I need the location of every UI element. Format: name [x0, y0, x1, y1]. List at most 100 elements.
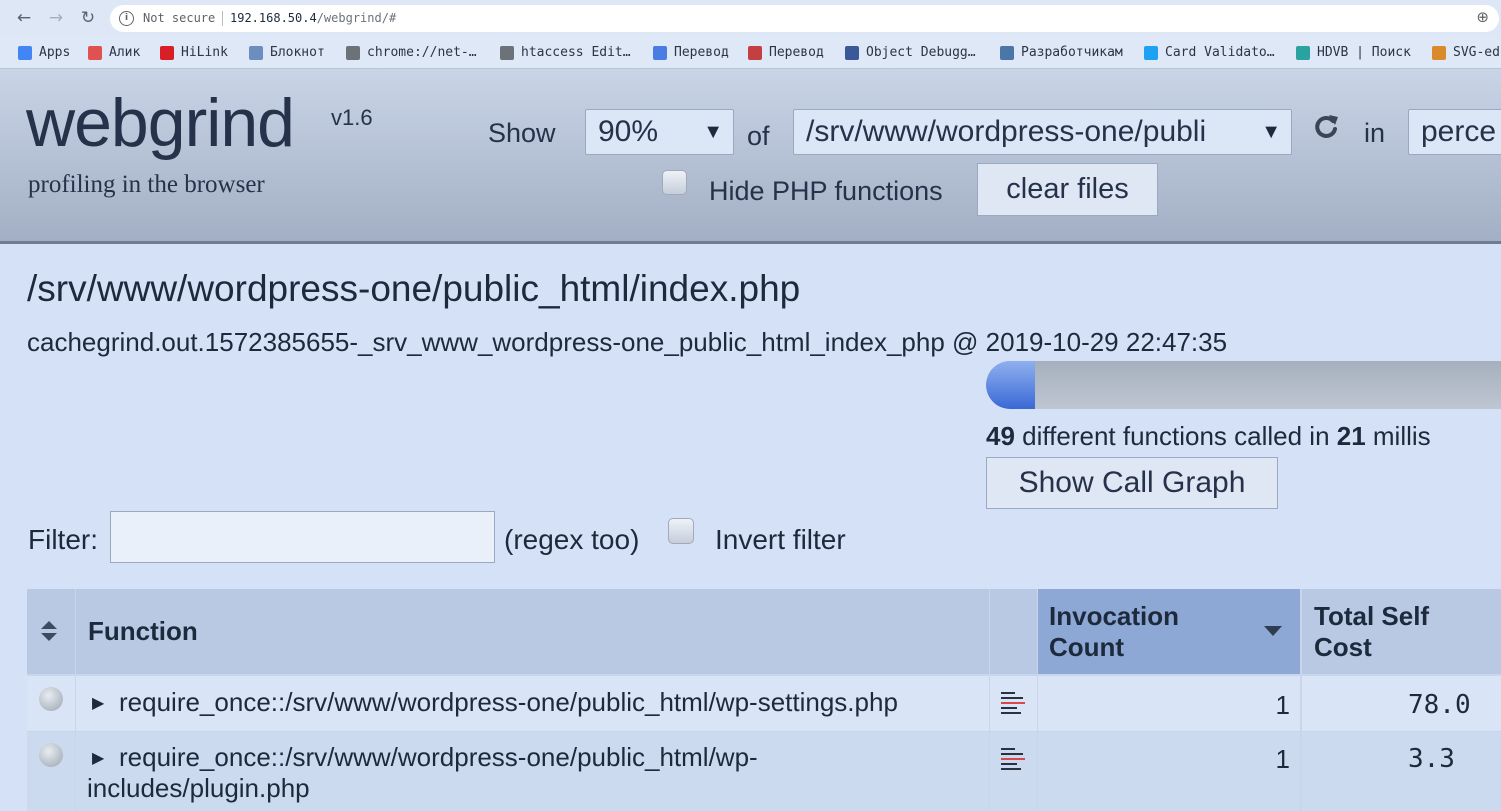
- table-row-callers-cell[interactable]: [990, 732, 1037, 811]
- bookmark-label: chrome://net-…: [367, 45, 477, 60]
- clear-files-button[interactable]: clear files: [977, 163, 1158, 216]
- table-row-function-cell[interactable]: ▶ require_once::/srv/www/wordpress-one/p…: [76, 676, 989, 731]
- table-row-selfcost-cell: 3.3: [1302, 732, 1501, 811]
- globe-icon: [500, 45, 514, 60]
- bookmark-item[interactable]: Разработчикам: [1000, 37, 1123, 68]
- forward-arrow-icon[interactable]: →: [44, 6, 68, 30]
- summary-tail: millis: [1365, 421, 1431, 451]
- url-host: 192.168.50.4: [230, 11, 317, 25]
- bookmark-label: Apps: [39, 45, 71, 60]
- table-row-function-cell[interactable]: ▶ require_once::/srv/www/wordpress-one/p…: [76, 732, 989, 811]
- filter-input[interactable]: [110, 511, 495, 563]
- vk-icon: [1000, 45, 1014, 60]
- huawei-icon: [160, 45, 174, 60]
- expand-triangle-icon[interactable]: ▶: [92, 693, 104, 712]
- bookmark-item[interactable]: HiLink: [160, 37, 228, 68]
- table-row-callers-cell[interactable]: [990, 676, 1037, 731]
- function-column-header[interactable]: Function: [76, 589, 989, 674]
- progress-bar: [986, 361, 1501, 409]
- hdvb-icon: [1296, 45, 1310, 60]
- url-path: /webgrind/#: [316, 11, 397, 25]
- bookmark-label: HiLink: [181, 45, 228, 60]
- bookmark-label: Алик: [109, 45, 141, 60]
- file-select[interactable]: /srv/www/wordpress-one/publi ▼: [793, 109, 1292, 155]
- self-cost-column-header[interactable]: Total Self Cost: [1302, 589, 1501, 674]
- notepad-icon: [249, 45, 263, 60]
- invert-filter-label: Invert filter: [715, 524, 846, 555]
- twitter-icon: [1144, 45, 1158, 60]
- webgrind-logo: webgrind: [26, 85, 295, 161]
- invert-filter-checkbox[interactable]: [668, 518, 694, 544]
- zoom-icon[interactable]: ⊕: [1476, 8, 1489, 26]
- table-row-invocation-cell: 1: [1038, 676, 1300, 731]
- bookmark-item[interactable]: Алик: [88, 37, 140, 68]
- invocation-count-column-header[interactable]: Invocation Count: [1038, 589, 1300, 674]
- function-name: require_once::/srv/www/wordpress-one/pub…: [119, 687, 898, 717]
- show-call-graph-button[interactable]: Show Call Graph: [986, 457, 1278, 509]
- expand-triangle-icon[interactable]: ▶: [92, 748, 104, 767]
- functions-table: Function Invocation Count Total Self Cos…: [27, 589, 1501, 811]
- table-row-selfcost-cell: 78.0: [1302, 676, 1501, 731]
- call-list-icon[interactable]: [1001, 747, 1025, 771]
- bookmark-item[interactable]: Apps: [18, 37, 70, 68]
- callers-column-header: [990, 589, 1037, 674]
- invocation-header-line1: Invocation: [1049, 601, 1180, 631]
- bookmark-item[interactable]: htaccess Edit…: [500, 37, 631, 68]
- bookmark-item[interactable]: Блокнот: [249, 37, 325, 68]
- bookmark-item[interactable]: SVG-ed: [1432, 37, 1500, 68]
- url-separator: [222, 11, 223, 26]
- translate-a-icon: [748, 45, 762, 60]
- function-count: 49: [986, 421, 1015, 451]
- bookmark-label: Object Debugg…: [866, 45, 976, 60]
- webgrind-header: webgrind v1.6 profiling in the browser S…: [0, 69, 1501, 244]
- sort-column-header[interactable]: [27, 589, 75, 674]
- bookmark-label: Разработчикам: [1021, 45, 1123, 60]
- bookmark-item[interactable]: Перевод: [653, 37, 729, 68]
- hide-php-checkbox[interactable]: [662, 170, 687, 195]
- bookmark-label: Card Validato…: [1165, 45, 1275, 60]
- sort-desc-icon: [1264, 626, 1282, 636]
- version-label: v1.6: [331, 105, 373, 130]
- show-label: Show: [488, 118, 556, 148]
- bookmark-item[interactable]: Перевод: [748, 37, 824, 68]
- bookmark-label: htaccess Edit…: [521, 45, 631, 60]
- table-row-bullet-cell: [27, 676, 75, 731]
- address-bar[interactable]: i Not secure 192.168.50.4/webgrind/# ⊕: [110, 5, 1499, 32]
- info-icon[interactable]: i: [119, 11, 134, 26]
- unit-select-value: perce: [1421, 115, 1497, 148]
- back-arrow-icon[interactable]: ←: [12, 6, 36, 30]
- call-list-icon[interactable]: [1001, 691, 1025, 715]
- bookmark-item[interactable]: chrome://net-…: [346, 37, 477, 68]
- regex-hint: (regex too): [504, 524, 640, 555]
- summary-mid: different functions called in: [1014, 421, 1337, 451]
- function-name-line2: includes/plugin.php: [87, 773, 310, 803]
- bookmark-item[interactable]: Object Debugg…: [845, 37, 976, 68]
- bookmark-label: Перевод: [769, 45, 824, 60]
- tagline: profiling in the browser: [28, 171, 265, 198]
- apps-grid-icon: [18, 45, 32, 60]
- invocation-count: 1: [1275, 690, 1290, 720]
- file-subtitle: cachegrind.out.1572385655-_srv_www_wordp…: [27, 327, 1228, 357]
- filter-label: Filter:: [28, 524, 98, 555]
- table-row-invocation-cell: 1: [1038, 732, 1300, 811]
- globe-icon: [346, 45, 360, 60]
- function-header-label: Function: [88, 616, 198, 646]
- refresh-icon[interactable]: [1312, 113, 1340, 141]
- facebook-icon: [845, 45, 859, 60]
- sort-updown-icon: [41, 621, 57, 641]
- hide-php-label: Hide PHP functions: [709, 176, 943, 206]
- chevron-down-icon: ▼: [1261, 121, 1281, 143]
- bookmark-label: Перевод: [674, 45, 729, 60]
- url-text[interactable]: 192.168.50.4/webgrind/#: [230, 5, 396, 32]
- of-label: of: [747, 121, 770, 151]
- bookmark-item[interactable]: HDVB | Поиск: [1296, 37, 1411, 68]
- page-title: /srv/www/wordpress-one/public_html/index…: [27, 268, 801, 309]
- bookmark-label: SVG-ed: [1453, 45, 1500, 60]
- reload-icon[interactable]: ↻: [76, 6, 100, 30]
- unit-select[interactable]: perce: [1408, 109, 1501, 155]
- selfcost-header-line1: Total Self: [1314, 601, 1430, 631]
- percent-select-value: 90%: [598, 115, 659, 148]
- browser-toolbar: ← → ↻ i Not secure 192.168.50.4/webgrind…: [0, 0, 1501, 37]
- percent-select[interactable]: 90% ▼: [585, 109, 734, 155]
- bookmark-item[interactable]: Card Validato…: [1144, 37, 1275, 68]
